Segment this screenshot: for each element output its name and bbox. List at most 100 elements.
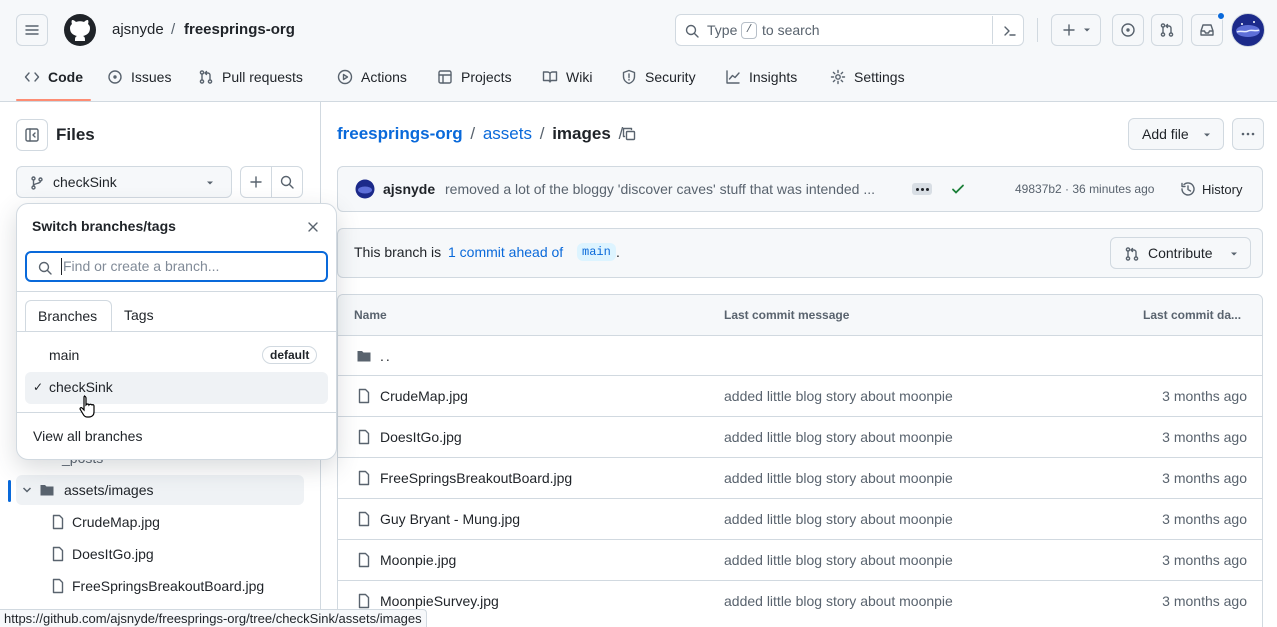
file-commit-message[interactable]: added little blog story about moonpie bbox=[724, 552, 953, 568]
file-icon bbox=[52, 514, 64, 530]
divider bbox=[17, 331, 336, 332]
table-row[interactable]: CrudeMap.jpg added little blog story abo… bbox=[338, 375, 1263, 416]
tab-pull-requests[interactable]: Pull requests bbox=[198, 60, 303, 94]
default-badge: default bbox=[262, 346, 318, 364]
search-placeholder-pre: Type bbox=[707, 22, 738, 38]
table-row[interactable]: Moonpie.jpg added little blog story abou… bbox=[338, 539, 1263, 580]
commit-sha-time[interactable]: 49837b2 · 36 minutes ago bbox=[1015, 182, 1154, 196]
gear-icon bbox=[830, 69, 846, 85]
tab-tags[interactable]: Tags bbox=[113, 300, 173, 332]
more-options-button[interactable] bbox=[1232, 118, 1264, 150]
file-name-link[interactable]: Guy Bryant - Mung.jpg bbox=[380, 511, 520, 527]
commit-author-avatar[interactable] bbox=[355, 179, 375, 199]
file-name-link[interactable]: Moonpie.jpg bbox=[380, 552, 456, 568]
breadcrumb-assets-link[interactable]: assets bbox=[483, 124, 532, 143]
view-all-branches-link[interactable]: View all branches bbox=[33, 428, 142, 444]
file-name-link[interactable]: DoesItGo.jpg bbox=[380, 429, 462, 445]
commit-author-link[interactable]: ajsnyde bbox=[383, 181, 435, 197]
breadcrumb: freesprings-org / assets / images / bbox=[337, 124, 623, 144]
branch-selector-button[interactable]: checkSink bbox=[16, 166, 232, 198]
file-commit-message[interactable]: added little blog story about moonpie bbox=[724, 429, 953, 445]
expand-commit-button[interactable] bbox=[912, 183, 932, 195]
branch-item-checksink[interactable]: ✓ checkSink bbox=[25, 372, 328, 404]
branch-filter-input[interactable]: Find or create a branch... bbox=[25, 251, 328, 282]
tree-item-crudemap[interactable]: CrudeMap.jpg bbox=[16, 507, 304, 537]
column-header-message: Last commit message bbox=[724, 308, 850, 322]
search-files-button[interactable] bbox=[271, 166, 303, 198]
file-commit-age: 3 months ago bbox=[1162, 429, 1247, 445]
command-palette-icon[interactable] bbox=[1002, 23, 1018, 39]
table-row[interactable]: MoonpieSurvey.jpg added little blog stor… bbox=[338, 580, 1263, 621]
tab-wiki[interactable]: Wiki bbox=[542, 60, 592, 94]
branch-item-main[interactable]: main default bbox=[25, 340, 328, 372]
add-file-button[interactable] bbox=[240, 166, 272, 198]
ahead-text: This branch is bbox=[354, 244, 442, 260]
file-icon bbox=[358, 388, 370, 404]
copy-icon[interactable] bbox=[621, 126, 637, 142]
owner-link[interactable]: ajsnyde bbox=[112, 21, 164, 38]
tab-actions[interactable]: Actions bbox=[337, 60, 407, 94]
file-commit-message[interactable]: added little blog story about moonpie bbox=[724, 511, 953, 527]
divider bbox=[17, 412, 336, 413]
ahead-compare-link[interactable]: 1 commit ahead of bbox=[448, 244, 563, 260]
tab-insights[interactable]: Insights bbox=[725, 60, 797, 94]
issues-button[interactable] bbox=[1112, 14, 1144, 46]
check-icon: ✓ bbox=[33, 380, 44, 394]
breadcrumb-repo-link[interactable]: freesprings-org bbox=[337, 124, 463, 143]
tab-code[interactable]: Code bbox=[24, 60, 83, 94]
branch-item-label: main bbox=[49, 347, 80, 363]
plus-icon bbox=[250, 176, 262, 188]
search-icon bbox=[38, 261, 52, 275]
triangle-down-icon bbox=[1084, 28, 1090, 32]
tab-settings[interactable]: Settings bbox=[830, 60, 905, 94]
table-row[interactable]: Guy Bryant - Mung.jpg added little blog … bbox=[338, 498, 1263, 539]
check-icon[interactable] bbox=[950, 181, 966, 197]
git-branch-icon bbox=[31, 176, 43, 190]
user-avatar[interactable] bbox=[1231, 13, 1265, 47]
tree-item-doesitgo[interactable]: DoesItGo.jpg bbox=[16, 539, 304, 569]
plus-icon bbox=[1063, 24, 1075, 36]
history-button[interactable]: History bbox=[1176, 175, 1256, 203]
search-input[interactable]: Type / to search bbox=[675, 14, 1024, 46]
tree-item-assets-images[interactable]: assets/images bbox=[16, 475, 304, 505]
table-row[interactable]: FreeSpringsBreakoutBoard.jpg added littl… bbox=[338, 457, 1263, 498]
file-name-link[interactable]: CrudeMap.jpg bbox=[380, 388, 468, 404]
repo-link[interactable]: freesprings-org bbox=[184, 21, 295, 38]
code-icon bbox=[24, 72, 40, 82]
close-icon[interactable] bbox=[305, 219, 321, 235]
contribute-button[interactable]: Contribute bbox=[1110, 237, 1251, 269]
menu-button[interactable] bbox=[16, 14, 48, 46]
table-row[interactable]: DoesItGo.jpg added little blog story abo… bbox=[338, 416, 1263, 457]
history-label: History bbox=[1202, 181, 1243, 197]
parent-directory-row[interactable]: .. bbox=[338, 335, 1263, 376]
search-shortcut-key: / bbox=[741, 22, 757, 39]
parent-directory-link[interactable]: .. bbox=[380, 348, 392, 364]
commit-message-link[interactable]: removed a lot of the bloggy 'discover ca… bbox=[445, 181, 905, 197]
tab-code-label: Code bbox=[48, 69, 83, 85]
breadcrumb-separator: / bbox=[539, 124, 545, 143]
add-file-dropdown-button[interactable]: Add file bbox=[1128, 118, 1224, 150]
file-commit-message[interactable]: added little blog story about moonpie bbox=[724, 593, 953, 609]
tab-branches[interactable]: Branches bbox=[25, 300, 112, 332]
collapse-sidebar-button[interactable] bbox=[16, 119, 48, 151]
base-branch-badge[interactable]: main bbox=[577, 243, 616, 261]
tab-issues[interactable]: Issues bbox=[107, 60, 171, 94]
tab-issues-label: Issues bbox=[131, 69, 172, 85]
file-commit-message[interactable]: added little blog story about moonpie bbox=[724, 470, 953, 486]
tree-item-freespringsbreakoutboard[interactable]: FreeSpringsBreakoutBoard.jpg bbox=[16, 571, 304, 601]
file-commit-message[interactable]: added little blog story about moonpie bbox=[724, 388, 953, 404]
file-icon bbox=[52, 578, 64, 594]
tab-projects[interactable]: Projects bbox=[437, 60, 512, 94]
file-name-link[interactable]: FreeSpringsBreakoutBoard.jpg bbox=[380, 470, 572, 486]
tree-item-label: DoesItGo.jpg bbox=[72, 546, 154, 562]
sidebar-title: Files bbox=[56, 125, 95, 144]
tab-security[interactable]: Security bbox=[621, 60, 696, 94]
github-logo-icon[interactable] bbox=[64, 14, 96, 46]
folder-open-icon bbox=[40, 485, 54, 496]
pull-requests-button[interactable] bbox=[1151, 14, 1183, 46]
tree-selected-indicator bbox=[8, 480, 11, 502]
hand-cursor-icon bbox=[79, 395, 95, 418]
create-new-button[interactable] bbox=[1051, 14, 1101, 46]
file-icon bbox=[358, 511, 370, 527]
file-name-link[interactable]: MoonpieSurvey.jpg bbox=[380, 593, 499, 609]
